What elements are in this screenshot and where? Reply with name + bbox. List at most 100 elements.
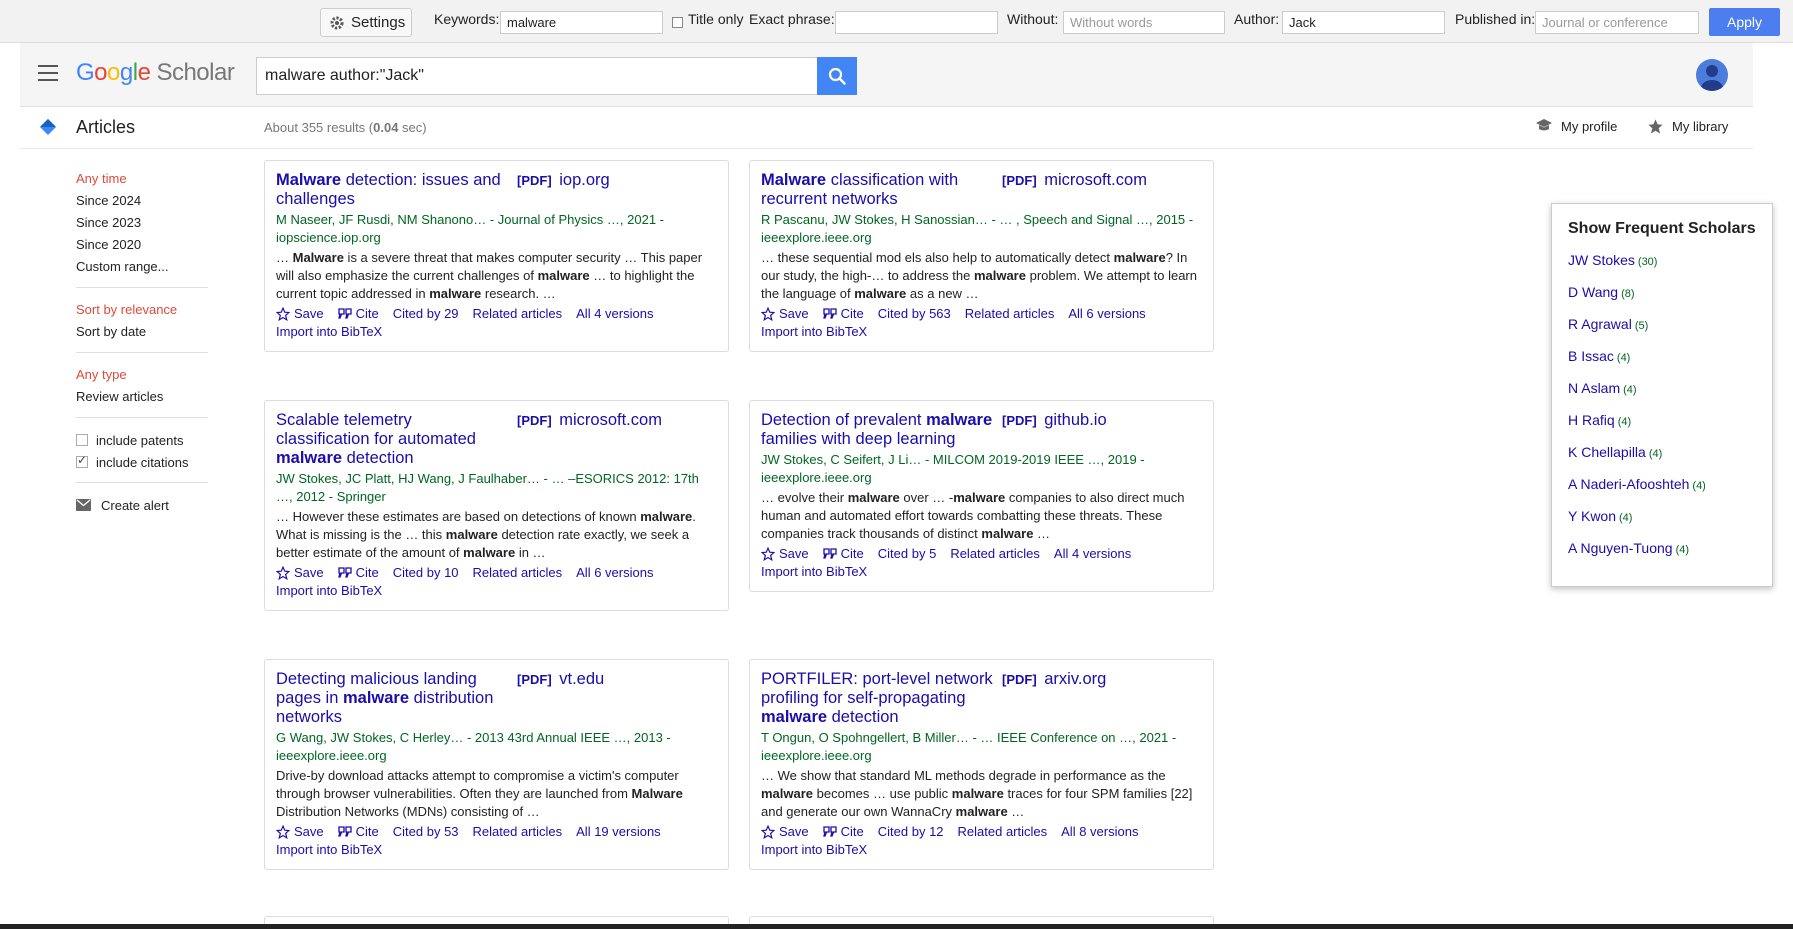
filter-since-2020[interactable]: Since 2020 bbox=[76, 234, 208, 256]
frequent-scholar-item[interactable]: N Aslam (4) bbox=[1568, 380, 1756, 412]
all-versions-link[interactable]: All 8 versions bbox=[1061, 823, 1138, 841]
all-versions-link[interactable]: All 4 versions bbox=[576, 305, 653, 323]
result-title-link[interactable]: Malware classification with recurrent ne… bbox=[761, 171, 993, 209]
frequent-scholar-item[interactable]: H Rafiq (4) bbox=[1568, 412, 1756, 444]
google-scholar-logo[interactable]: Google Scholar bbox=[76, 59, 235, 87]
title-only-checkbox[interactable] bbox=[672, 17, 683, 28]
exact-phrase-input[interactable] bbox=[835, 11, 998, 34]
related-articles-link[interactable]: Related articles bbox=[965, 305, 1055, 323]
cite-button[interactable]: Cite bbox=[337, 564, 379, 582]
all-versions-link[interactable]: All 19 versions bbox=[576, 823, 661, 841]
without-input[interactable] bbox=[1063, 11, 1225, 34]
filter-any-time[interactable]: Any time bbox=[76, 168, 208, 190]
scholar-name[interactable]: D Wang bbox=[1568, 284, 1618, 300]
frequent-scholar-item[interactable]: JW Stokes (30) bbox=[1568, 252, 1756, 284]
frequent-scholar-item[interactable]: R Agrawal (5) bbox=[1568, 316, 1756, 348]
import-bibtex-link[interactable]: Import into BibTeX bbox=[276, 323, 717, 341]
import-bibtex-link[interactable]: Import into BibTeX bbox=[276, 841, 717, 859]
scholar-name[interactable]: K Chellapilla bbox=[1568, 444, 1646, 460]
import-bibtex-link[interactable]: Import into BibTeX bbox=[276, 582, 717, 600]
include-citations-option[interactable]: include citations bbox=[76, 451, 208, 473]
pdf-link[interactable]: [PDF] github.io bbox=[1002, 411, 1202, 449]
pdf-link[interactable]: [PDF] vt.edu bbox=[517, 670, 717, 727]
cited-by-link[interactable]: Cited by 10 bbox=[393, 564, 459, 582]
cite-button[interactable]: Cite bbox=[337, 823, 379, 841]
frequent-scholar-item[interactable]: B Issac (4) bbox=[1568, 348, 1756, 380]
filter-review-articles[interactable]: Review articles bbox=[76, 386, 208, 408]
scholar-count: (4) bbox=[1623, 384, 1637, 396]
apply-button[interactable]: Apply bbox=[1709, 8, 1780, 36]
frequent-scholar-item[interactable]: K Chellapilla (4) bbox=[1568, 444, 1756, 476]
scholar-name[interactable]: A Nguyen-Tuong bbox=[1568, 540, 1673, 556]
import-bibtex-link[interactable]: Import into BibTeX bbox=[761, 323, 1202, 341]
pdf-link[interactable]: [PDF] microsoft.com bbox=[1002, 171, 1202, 209]
scholar-name[interactable]: JW Stokes bbox=[1568, 252, 1635, 268]
scholar-name[interactable]: Y Kwon bbox=[1568, 508, 1616, 524]
search-button[interactable] bbox=[817, 57, 857, 95]
frequent-scholar-item[interactable]: A Naderi-Afooshteh (4) bbox=[1568, 476, 1756, 508]
scholar-name[interactable]: R Agrawal bbox=[1568, 316, 1632, 332]
settings-button[interactable]: Settings bbox=[320, 8, 412, 37]
save-button[interactable]: Save bbox=[761, 545, 809, 563]
cited-by-link[interactable]: Cited by 5 bbox=[878, 545, 937, 563]
scholar-name[interactable]: A Naderi-Afooshteh bbox=[1568, 476, 1689, 492]
cite-button[interactable]: Cite bbox=[337, 305, 379, 323]
all-versions-link[interactable]: All 4 versions bbox=[1054, 545, 1131, 563]
related-articles-link[interactable]: Related articles bbox=[950, 545, 1040, 563]
related-articles-link[interactable]: Related articles bbox=[473, 823, 563, 841]
sort-by-date[interactable]: Sort by date bbox=[76, 321, 208, 343]
cite-button[interactable]: Cite bbox=[822, 823, 864, 841]
filter-custom-range[interactable]: Custom range... bbox=[76, 256, 208, 278]
result-title-link[interactable]: PORTFILER: port-level network profiling … bbox=[761, 670, 993, 727]
import-bibtex-link[interactable]: Import into BibTeX bbox=[761, 841, 1202, 859]
result-title-link[interactable]: Malware detection: issues and challenges bbox=[276, 171, 508, 209]
create-alert-link[interactable]: Create alert bbox=[76, 494, 208, 516]
pdf-link[interactable]: [PDF] arxiv.org bbox=[1002, 670, 1202, 727]
filter-sidebar: Any time Since 2024 Since 2023 Since 202… bbox=[76, 168, 208, 516]
filter-any-type[interactable]: Any type bbox=[76, 364, 208, 386]
keywords-input[interactable] bbox=[500, 11, 663, 34]
scholar-name[interactable]: H Rafiq bbox=[1568, 412, 1615, 428]
save-button[interactable]: Save bbox=[276, 823, 324, 841]
cite-button[interactable]: Cite bbox=[822, 545, 864, 563]
result-snippet: … evolve their malware over … -malware c… bbox=[761, 490, 1185, 541]
my-library-link[interactable]: My library bbox=[1647, 118, 1728, 135]
all-versions-link[interactable]: All 6 versions bbox=[1068, 305, 1145, 323]
scholar-name[interactable]: N Aslam bbox=[1568, 380, 1620, 396]
import-bibtex-link[interactable]: Import into BibTeX bbox=[761, 563, 1202, 581]
result-title-link[interactable]: Detecting malicious landing pages in mal… bbox=[276, 670, 508, 727]
result-title-link[interactable]: Scalable telemetry classification for au… bbox=[276, 411, 508, 468]
include-patents-option[interactable]: include patents bbox=[76, 429, 208, 451]
save-button[interactable]: Save bbox=[276, 305, 324, 323]
filter-since-2023[interactable]: Since 2023 bbox=[76, 212, 208, 234]
pdf-link[interactable]: [PDF] microsoft.com bbox=[517, 411, 717, 468]
frequent-scholar-item[interactable]: D Wang (8) bbox=[1568, 284, 1756, 316]
related-articles-link[interactable]: Related articles bbox=[473, 305, 563, 323]
save-button[interactable]: Save bbox=[761, 823, 809, 841]
author-input[interactable] bbox=[1282, 11, 1445, 34]
filter-since-2024[interactable]: Since 2024 bbox=[76, 190, 208, 212]
sort-by-relevance[interactable]: Sort by relevance bbox=[76, 299, 208, 321]
account-avatar[interactable] bbox=[1696, 59, 1728, 91]
cited-by-link[interactable]: Cited by 29 bbox=[393, 305, 459, 323]
related-articles-link[interactable]: Related articles bbox=[958, 823, 1048, 841]
related-articles-link[interactable]: Related articles bbox=[473, 564, 563, 582]
scholar-name[interactable]: B Issac bbox=[1568, 348, 1614, 364]
cited-by-link[interactable]: Cited by 563 bbox=[878, 305, 951, 323]
include-citations-checkbox[interactable] bbox=[76, 453, 88, 468]
all-versions-link[interactable]: All 6 versions bbox=[576, 564, 653, 582]
search-input[interactable] bbox=[256, 57, 818, 95]
published-in-input[interactable] bbox=[1535, 11, 1699, 34]
save-button[interactable]: Save bbox=[761, 305, 809, 323]
menu-icon[interactable] bbox=[38, 65, 58, 81]
frequent-scholar-item[interactable]: A Nguyen-Tuong (4) bbox=[1568, 540, 1756, 572]
result-title-link[interactable]: Detection of prevalent malware families … bbox=[761, 411, 993, 449]
pdf-link[interactable]: [PDF] iop.org bbox=[517, 171, 717, 209]
cited-by-link[interactable]: Cited by 12 bbox=[878, 823, 944, 841]
cite-button[interactable]: Cite bbox=[822, 305, 864, 323]
cited-by-link[interactable]: Cited by 53 bbox=[393, 823, 459, 841]
frequent-scholar-item[interactable]: Y Kwon (4) bbox=[1568, 508, 1756, 540]
include-patents-checkbox[interactable] bbox=[76, 434, 88, 446]
my-profile-link[interactable]: My profile bbox=[1535, 118, 1617, 134]
save-button[interactable]: Save bbox=[276, 564, 324, 582]
